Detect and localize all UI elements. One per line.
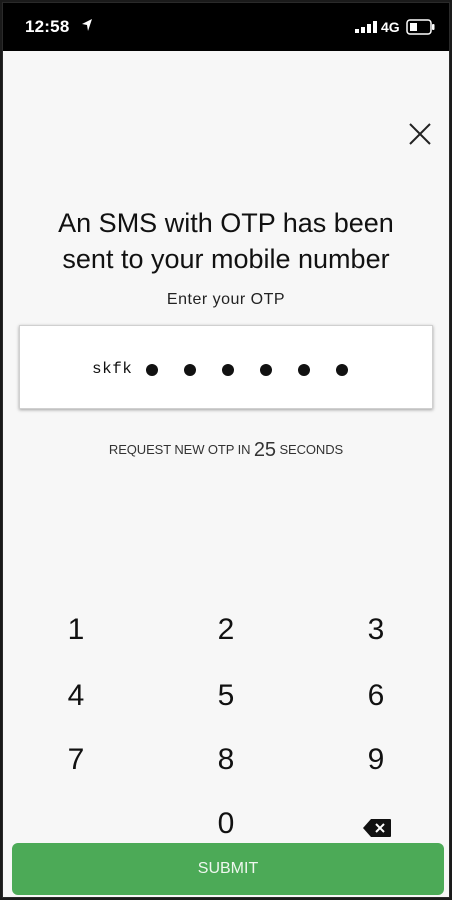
- otp-label: Enter your OTP: [166, 291, 286, 308]
- resend-seconds: 25: [253, 439, 276, 461]
- otp-title-line-2: sent to your mobile number: [62, 244, 390, 274]
- location-arrow-icon: [82, 19, 92, 31]
- keypad-key-8[interactable]: 8: [171, 735, 281, 785]
- keypad-key-5[interactable]: 5: [171, 671, 281, 721]
- backspace-icon[interactable]: [362, 818, 392, 838]
- otp-dot: [222, 364, 234, 376]
- otp-dot: [184, 364, 196, 376]
- otp-dot: [298, 364, 310, 376]
- keypad-key-7[interactable]: 7: [21, 735, 131, 785]
- keypad-key-3[interactable]: 3: [321, 605, 431, 655]
- keypad-key-1[interactable]: 1: [21, 605, 131, 655]
- otp-dot: [336, 364, 348, 376]
- otp-masked-digits: [146, 364, 374, 376]
- otp-dot: [260, 364, 272, 376]
- keypad-key-4[interactable]: 4: [21, 671, 131, 721]
- otp-screen: 12:58 4G An SMS with OTP has been sent t…: [2, 2, 450, 898]
- otp-title: An SMS with OTP has been sent to your mo…: [3, 205, 449, 277]
- keypad-key-0[interactable]: 0: [171, 799, 281, 849]
- keypad-key-6[interactable]: 6: [321, 671, 431, 721]
- status-bar: 12:58 4G: [3, 3, 449, 51]
- otp-dot: [146, 364, 158, 376]
- submit-button[interactable]: SUBMIT: [12, 843, 444, 895]
- otp-typed-text: skfk: [92, 360, 133, 378]
- keypad-key-9[interactable]: 9: [321, 735, 431, 785]
- battery-icon: [406, 19, 435, 35]
- otp-title-line-1: An SMS with OTP has been: [58, 208, 394, 238]
- resend-otp-timer: REQUEST NEW OTP IN 25 SECONDS: [3, 439, 449, 462]
- signal-bars-icon: [355, 21, 377, 33]
- otp-input-field[interactable]: skfk: [19, 325, 433, 409]
- resend-prefix: REQUEST NEW OTP IN: [108, 442, 254, 457]
- status-time: 12:58: [25, 17, 70, 36]
- network-type: 4G: [381, 19, 400, 35]
- resend-suffix: SECONDS: [275, 442, 344, 457]
- close-icon[interactable]: [407, 121, 433, 147]
- keypad-key-2[interactable]: 2: [171, 605, 281, 655]
